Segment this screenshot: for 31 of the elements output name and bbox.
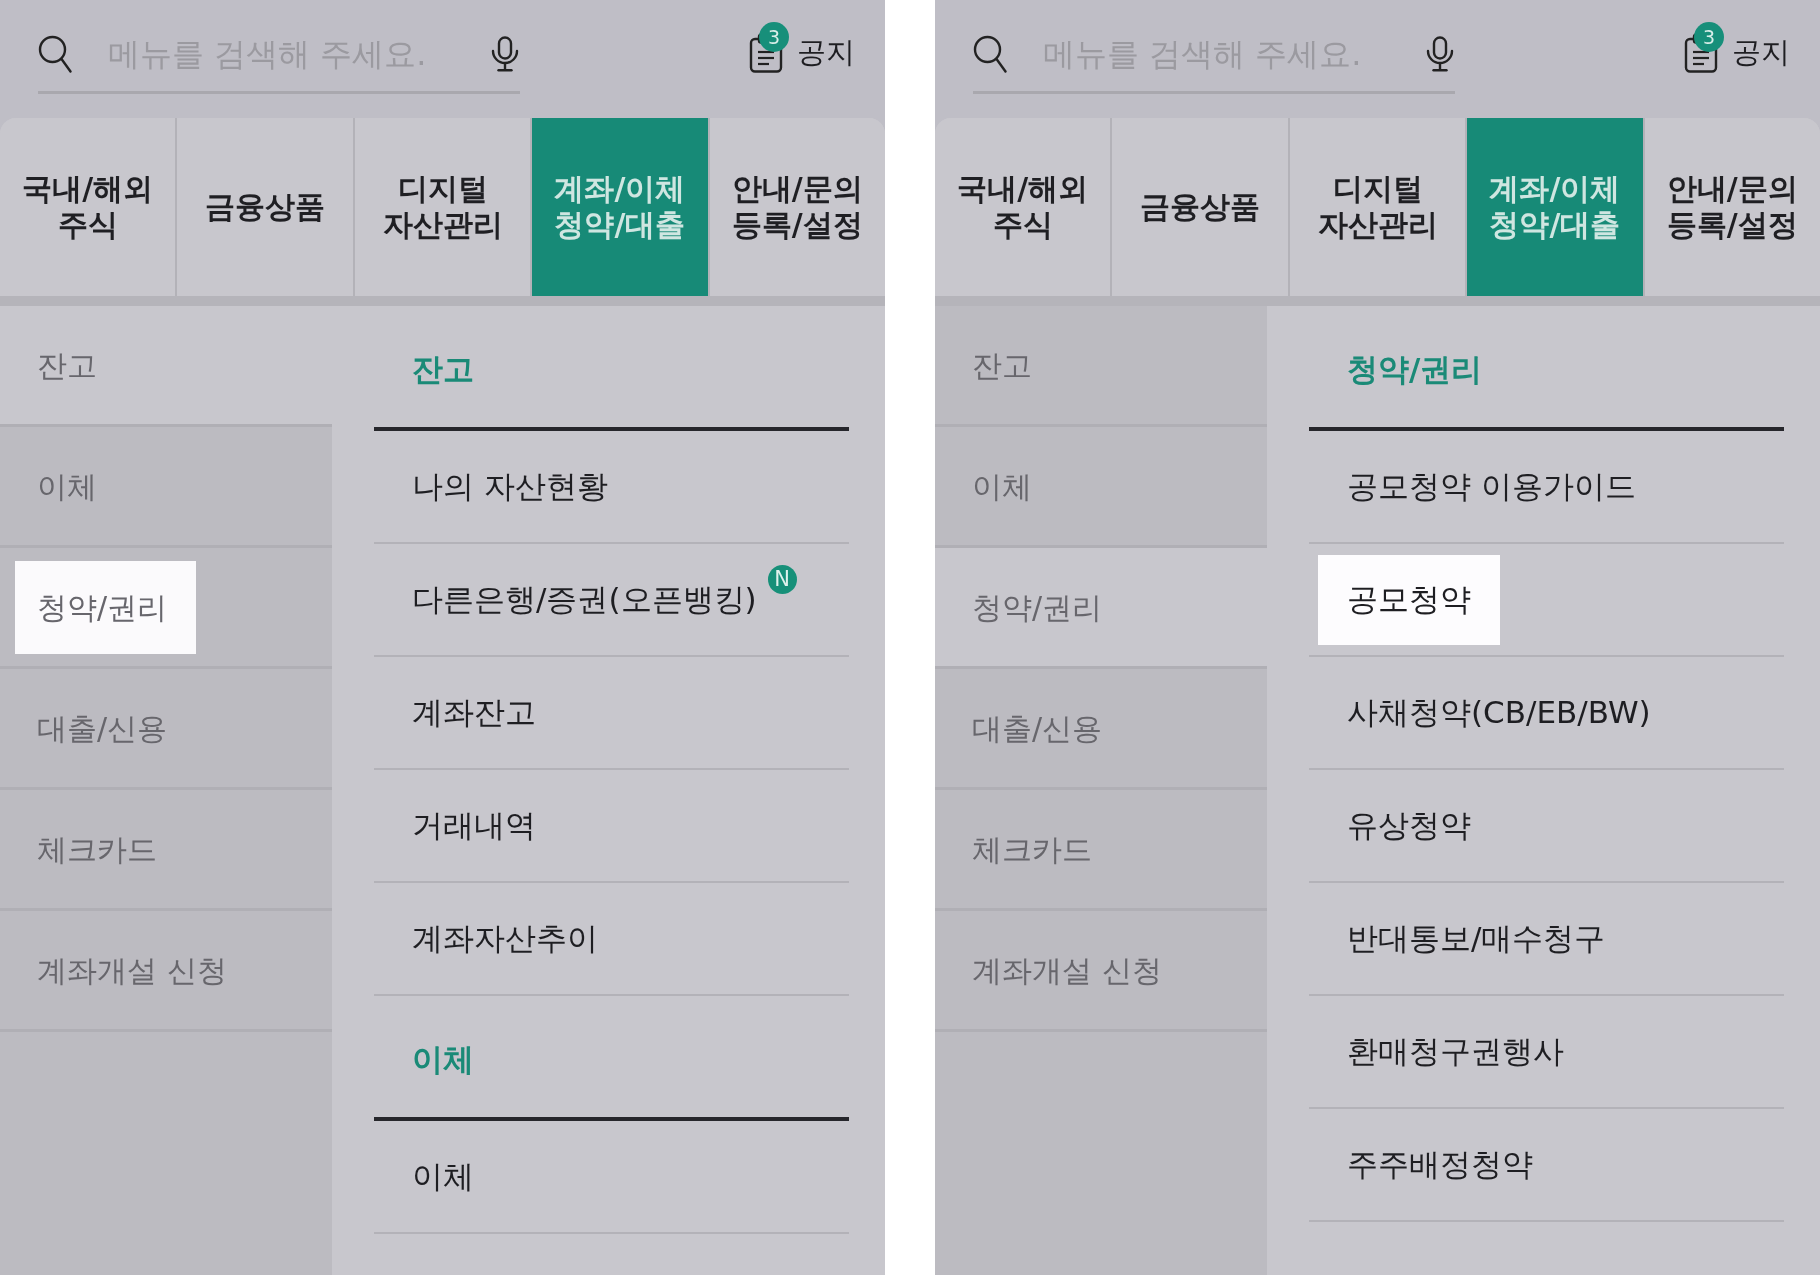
menu-tab[interactable]: 안내/문의 등록/설정 — [1642, 118, 1820, 296]
search-icon — [973, 34, 1007, 73]
section-heading: 청약/권리 — [1309, 306, 1784, 431]
menu-item[interactable]: 공모청약 이용가이드 — [1309, 431, 1784, 544]
microphone-icon[interactable] — [1425, 35, 1455, 72]
section-heading: 이체 — [374, 996, 849, 1121]
menu-item[interactable]: 공모청약 — [1309, 544, 1784, 657]
menu-tab[interactable]: 국내/해외 주식 — [0, 118, 176, 296]
notice-button[interactable]: 3 공지 — [1684, 16, 1790, 90]
menu-item[interactable]: 계좌잔고 — [374, 657, 849, 770]
new-badge: N — [767, 565, 797, 594]
menu-item[interactable]: 주주배정청약 — [1309, 1109, 1784, 1222]
menu-item[interactable]: 계좌자산추이 — [374, 883, 849, 996]
menu-item[interactable]: 다른은행/증권(오픈뱅킹) N — [374, 544, 849, 657]
menu-tab[interactable]: 안내/문의 등록/설정 — [707, 118, 885, 296]
menu-tab[interactable]: 금융상품 — [1110, 118, 1288, 296]
notice-count-badge: 3 — [1694, 22, 1724, 52]
menu-item[interactable]: 유상청약 — [1309, 770, 1784, 883]
menu-item[interactable]: 사채청약(CB/EB/BW) — [1309, 657, 1784, 770]
menu-item[interactable]: 이체 — [374, 1121, 849, 1234]
menu-item[interactable]: 거래내역 — [374, 770, 849, 883]
menu-item[interactable]: 환매청구권행사 — [1309, 996, 1784, 1109]
menu-item[interactable]: 나의 자산현황 — [374, 431, 849, 544]
microphone-icon[interactable] — [490, 35, 520, 72]
notice-button[interactable]: 3 공지 — [749, 16, 855, 90]
menu-tab[interactable]: 금융상품 — [175, 118, 353, 296]
notice-count-badge: 3 — [759, 22, 789, 52]
search-icon — [38, 34, 72, 73]
menu-tab[interactable]: 국내/해외 주식 — [935, 118, 1111, 296]
menu-item[interactable]: 반대통보/매수청구 — [1309, 883, 1784, 996]
section-heading: 잔고 — [374, 306, 849, 431]
